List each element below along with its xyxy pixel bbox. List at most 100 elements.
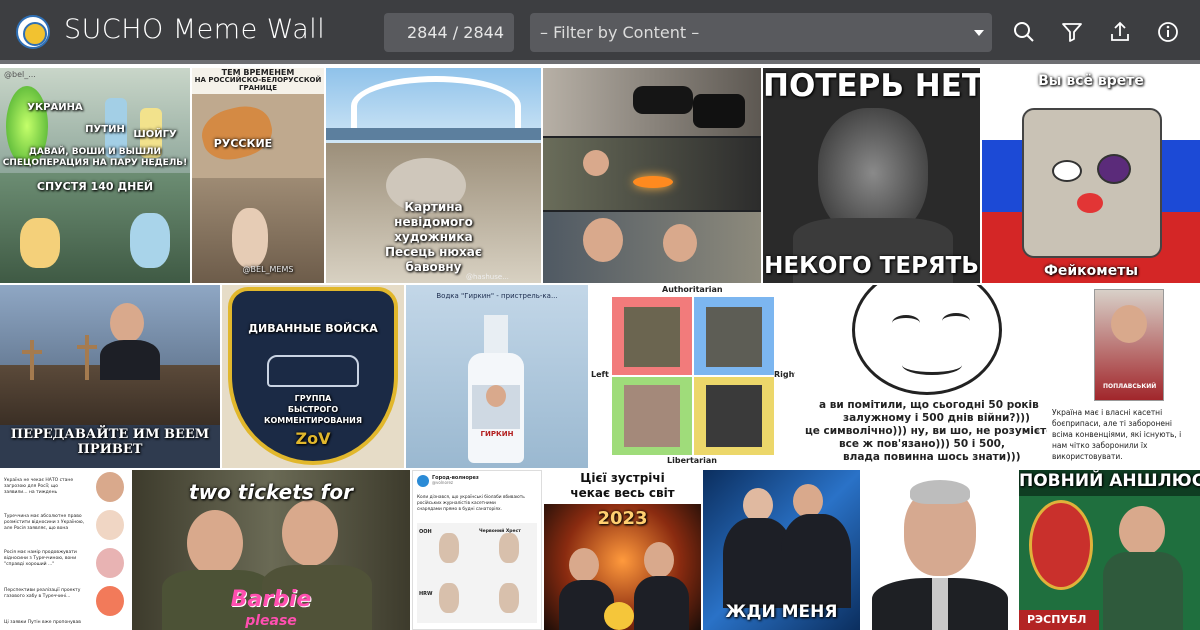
cassette-label: ПОПЛАВСЬКИЙ [1103, 383, 1157, 390]
post-body: Коли дізнався, що українські біолаби вби… [417, 495, 525, 500]
meme-label: Червоний Хрест [479, 529, 521, 534]
compass-label-top: Authoritarian [662, 285, 723, 294]
meme-tile[interactable]: УКРАИНА ПУТИН ШОЙГУ ДАВАЙ, ВОШИ И ВЫШЛИ … [0, 68, 190, 283]
compass-label-right: Right [774, 370, 795, 379]
meme-caption: ДИВАННЫЕ ВОЙСКА [248, 322, 378, 335]
meme-caption: Цієї зустрічі [580, 471, 665, 485]
compass-label-left: Left [591, 370, 609, 379]
meme-text: відносини з Туреччиною, вони [4, 556, 77, 561]
meme-tile[interactable]: Цієї зустрічі чекає весь світ 2023 [544, 470, 701, 630]
meme-caption: СПЕЦОПЕРАЦИЯ НА ПАРУ НЕДЕЛЬ! [2, 158, 188, 168]
meme-caption: БЫСТРОГО [287, 405, 339, 414]
logo-icon[interactable] [16, 15, 50, 49]
meme-caption: ГРАНИЦЕ [238, 84, 277, 92]
meme-text: газового хабу в Туреччині... [4, 594, 71, 599]
meme-text: боєприпаси, але ті заборонені [1052, 419, 1173, 428]
meme-caption: невідомого [394, 215, 473, 229]
meme-tile[interactable]: Водка "Гиркин" - пристрель-ка... ГИРКИН [406, 285, 588, 468]
info-icon[interactable] [1156, 20, 1180, 44]
meme-text: Україна має і власні касетні [1052, 408, 1163, 417]
bottle-label: ГИРКИН [480, 430, 514, 438]
meme-caption: Водка "Гиркин" - пристрель-ка... [436, 292, 558, 300]
meme-tile[interactable]: а ви помітили, що сьогодні 50 років залу… [797, 285, 1047, 468]
meme-caption: ПЕРЕДАВАЙТЕ ИМ ВЕЕМ [10, 427, 210, 442]
meme-tile[interactable] [543, 68, 761, 283]
meme-label: ООН [419, 529, 432, 535]
meme-tile[interactable]: ЖДИ МЕНЯ [703, 470, 860, 630]
meme-text: влада повинна шось знати))) [843, 451, 1021, 463]
meme-tile[interactable]: Картина невідомого художника Песець нюха… [326, 68, 541, 283]
meme-caption: бавовну [405, 260, 462, 274]
meme-caption: ГРУППА [294, 394, 332, 403]
meme-label: HRW [419, 591, 433, 597]
meme-text: нам чітко заборонили їх [1052, 441, 1148, 450]
meme-text: Ці заявки Путін вже пропонував [4, 620, 81, 625]
chevron-down-icon [974, 30, 984, 36]
meme-tile[interactable]: ПОПЛАВСЬКИЙ Україна має і власні касетні… [1049, 285, 1200, 468]
meme-tile[interactable]: Україна не чекає НАТО стане загрозою для… [0, 470, 130, 630]
meme-caption: СПУСТЯ 140 ДНЕЙ [36, 180, 154, 193]
post-handle: @volnorez [432, 480, 454, 485]
meme-text: Україна не чекає НАТО стане [4, 478, 74, 483]
post-body: снарядами прямо в будні санаторіях. [417, 507, 502, 512]
meme-caption: two tickets for [189, 480, 353, 504]
meme-caption: РУССКИЕ [213, 137, 273, 150]
post-body: російських журналістів касетними [417, 501, 496, 506]
meme-text: все ж пов'язано))) 50 і 500, [839, 438, 1005, 450]
compass-label-bottom: Libertarian [667, 456, 717, 465]
meme-caption: ПОВНИЙ АНШЛЮС [1019, 471, 1200, 491]
meme-watermark: @hashuse... [466, 273, 509, 281]
content-filter-select[interactable]: – Filter by Content – [530, 13, 992, 52]
meme-caption: Вы всё врете [1038, 73, 1144, 89]
meme-caption: Песець нюхає [384, 245, 482, 259]
meme-caption: ЖДИ МЕНЯ [725, 602, 838, 622]
meme-text: "справді хороший ..." [4, 562, 55, 567]
meme-tile[interactable]: Город-волнорез @volnorez Коли дізнався, … [412, 470, 542, 630]
filter-icon[interactable] [1060, 20, 1084, 44]
app-title: SUCHO Meme Wall [64, 14, 326, 45]
meme-caption: 2023 [597, 508, 648, 529]
meme-text: всіма конвенціями, які існують, і [1052, 430, 1182, 439]
meme-text: використовувати. [1052, 452, 1123, 461]
meme-tile[interactable]: ПЕРЕДАВАЙТЕ ИМ ВЕЕМ ПРИВЕТ [0, 285, 220, 468]
meme-caption: Картина [404, 200, 463, 214]
meme-text: залужному і 500 днів війни?))) [843, 412, 1030, 424]
meme-text: заявили... на тиждень [4, 490, 58, 495]
meme-text: Перспективи реалізації проекту [4, 588, 81, 593]
meme-text: Росія має намір продовжувати [4, 550, 77, 555]
meme-caption: чекає весь світ [570, 486, 675, 500]
meme-tile[interactable]: ПОТЕРЬ НЕТ НЕКОГО ТЕРЯТЬ [763, 68, 980, 283]
meme-text: Туреччина має абсолютне право [4, 514, 82, 519]
meme-caption: Barbie [230, 587, 312, 612]
top-bar: SUCHO Meme Wall 2844 / 2844 – Filter by … [0, 0, 1200, 64]
meme-tile[interactable]: ТЕМ ВРЕМЕНЕМ НА РОССИЙСКО-БЕЛОРУССКОЙ ГР… [192, 68, 324, 283]
search-icon[interactable] [1012, 20, 1036, 44]
meme-watermark: @BEL_MEMS [242, 265, 294, 274]
meme-tile[interactable]: Вы всё врете Фейкометы [982, 68, 1200, 283]
meme-tile[interactable]: two tickets for Barbie please [132, 470, 410, 630]
meme-caption: художника [394, 230, 473, 244]
meme-text: але Росія заявляє, що вона [4, 526, 69, 531]
meme-caption: РЭСПУБЛ [1027, 613, 1087, 626]
meme-tile[interactable]: ПОВНИЙ АНШЛЮС РЭСПУБЛ [1019, 470, 1200, 630]
meme-counter: 2844 / 2844 [384, 13, 514, 52]
meme-caption: КОММЕНТИРОВАНИЯ [263, 416, 363, 425]
meme-caption: please [245, 613, 297, 629]
meme-text: а ви помітили, що сьогодні 50 років [819, 399, 1039, 411]
meme-caption: ZoV [295, 429, 331, 448]
filter-placeholder: – Filter by Content – [540, 23, 700, 42]
meme-caption: УКРАИНА [27, 102, 83, 113]
meme-caption: ШОЙГУ [133, 129, 177, 140]
meme-tile[interactable]: Authoritarian Libertarian Left Right [590, 285, 795, 468]
meme-caption: ПОТЕРЬ НЕТ [763, 68, 980, 104]
meme-caption: Фейкометы [1043, 263, 1139, 279]
meme-text: розмістити відносини з Україною, [4, 520, 85, 525]
meme-caption: ДАВАЙ, ВОШИ И ВЫШЛИ [28, 147, 162, 157]
meme-watermark: @bel_... [4, 70, 36, 79]
meme-caption: НЕКОГО ТЕРЯТЬ [764, 253, 979, 279]
meme-tile[interactable] [862, 470, 1017, 630]
meme-tile[interactable]: ДИВАННЫЕ ВОЙСКА ГРУППА БЫСТРОГО КОММЕНТИ… [222, 285, 404, 468]
meme-text: це символічно))) ну, ви шо, не розумієте… [805, 425, 1047, 437]
meme-caption: ПРИВЕТ [77, 442, 143, 457]
upload-icon[interactable] [1108, 20, 1132, 44]
